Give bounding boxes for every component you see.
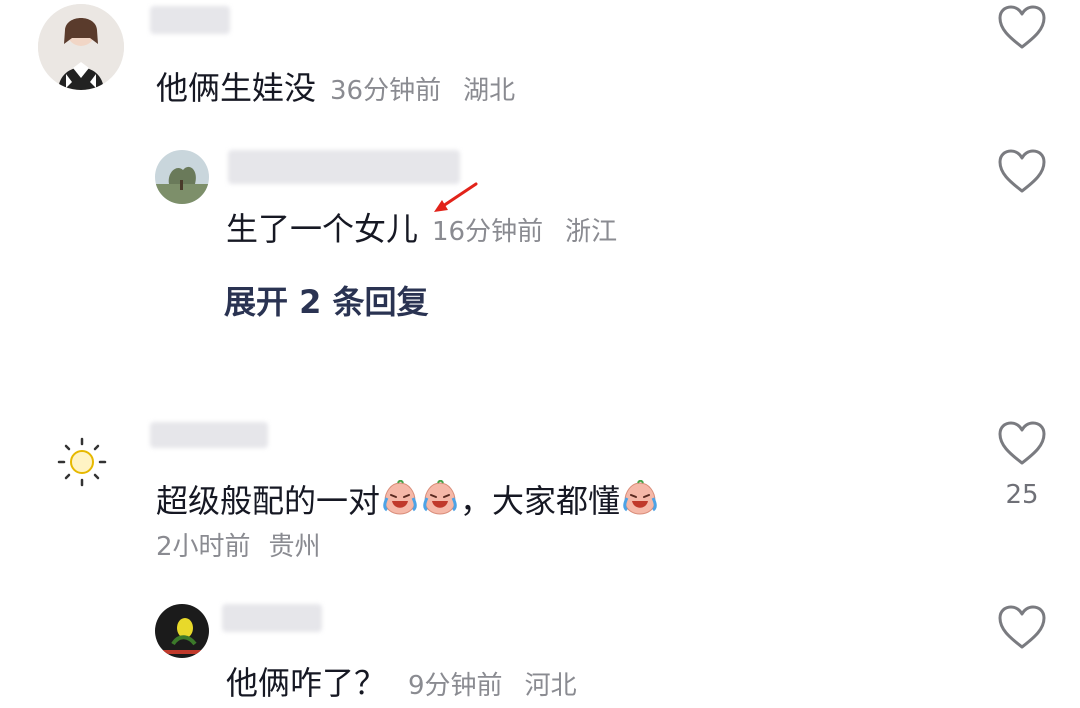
reply-content: 他俩咋了？ xyxy=(226,664,387,702)
comment-time: 36分钟前 xyxy=(330,76,442,106)
like-count: 25 xyxy=(1005,480,1039,510)
comment-meta: 2小时前 贵州 xyxy=(156,530,321,564)
reply-content: 生了一个女儿 xyxy=(226,210,419,248)
username-blurred[interactable] xyxy=(222,604,322,632)
reply-location: 河北 xyxy=(524,671,577,701)
expand-replies-button[interactable]: 展开 2 条回复 xyxy=(224,282,429,322)
reply-time: 16分钟前 xyxy=(432,217,544,247)
username-blurred[interactable] xyxy=(228,150,460,184)
comment-time: 2小时前 xyxy=(156,532,251,562)
username-blurred[interactable] xyxy=(150,6,230,34)
avatar[interactable] xyxy=(38,4,124,90)
comment-text: 超级般配的一对 ，大家都懂 xyxy=(156,480,660,521)
comment-location: 湖北 xyxy=(463,76,516,106)
avatar[interactable] xyxy=(155,150,209,204)
comment-content-part1: 超级般配的一对 xyxy=(156,482,381,520)
comment-text: 他俩生娃没 36分钟前 湖北 xyxy=(156,68,515,111)
heart-outline-icon[interactable] xyxy=(997,148,1047,194)
annotation-arrow xyxy=(434,182,478,212)
comment-location: 贵州 xyxy=(268,532,321,562)
avatar[interactable] xyxy=(56,436,108,488)
sun-icon xyxy=(57,437,107,487)
heart-outline-icon[interactable] xyxy=(997,420,1047,466)
heart-outline-icon[interactable] xyxy=(997,4,1047,50)
crying-laughing-emoji xyxy=(382,480,418,516)
reply-location: 浙江 xyxy=(565,217,618,247)
crying-laughing-emoji xyxy=(622,480,658,516)
reply-time: 9分钟前 xyxy=(408,671,503,701)
reply-text: 生了一个女儿 16分钟前 浙江 xyxy=(226,209,617,252)
username-blurred[interactable] xyxy=(150,422,268,448)
comment-content: 他俩生娃没 xyxy=(156,69,317,107)
avatar[interactable] xyxy=(155,604,209,658)
reply-text: 他俩咋了？ 9分钟前 河北 xyxy=(226,663,577,706)
heart-outline-icon[interactable] xyxy=(997,604,1047,650)
comment-content-part2: ，大家都懂 xyxy=(460,482,621,520)
crying-laughing-emoji xyxy=(422,480,458,516)
